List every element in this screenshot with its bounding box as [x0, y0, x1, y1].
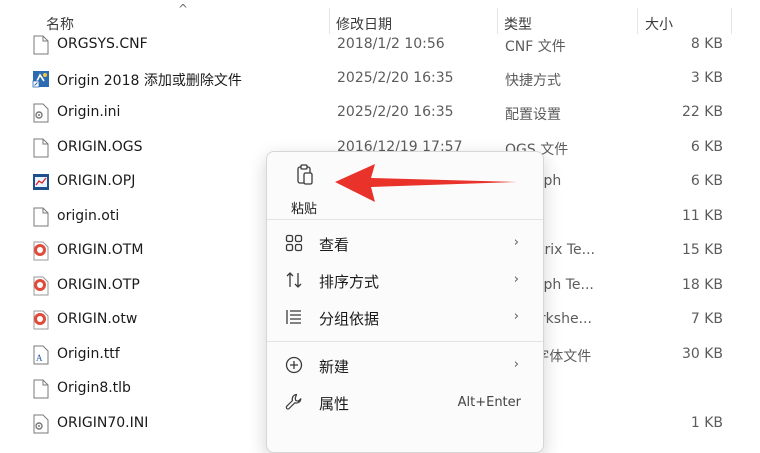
file-name: ORIGIN.OPJ	[57, 173, 136, 189]
file-size: 6 KB	[690, 139, 723, 155]
sort-icon	[286, 272, 302, 288]
file-row[interactable]: Origin.ini 2025/2/20 16:35 配置设置 22 KB	[0, 96, 760, 130]
paste-label: 粘贴	[291, 202, 318, 217]
file-type: CNF 文件	[505, 39, 566, 55]
origin-template-icon	[32, 241, 50, 261]
paste-button[interactable]: 粘贴	[279, 158, 331, 217]
file-size: 15 KB	[681, 242, 723, 258]
file-size: 18 KB	[681, 277, 723, 293]
menu-item-sort-by[interactable]: 排序方式 ›	[271, 263, 537, 297]
chevron-right-icon: ›	[513, 235, 519, 250]
file-name: ORIGIN.otw	[57, 311, 138, 327]
settings-file-icon	[32, 103, 50, 123]
file-name: Origin.ttf	[57, 346, 120, 362]
file-type: 配置设置	[505, 107, 561, 123]
file-size: 7 KB	[690, 311, 723, 327]
menu-item-view[interactable]: 查看 ›	[271, 226, 537, 260]
menu-item-properties[interactable]: 属性 Alt+Enter	[271, 385, 537, 419]
menu-item-label: 分组依据	[319, 310, 380, 328]
wrench-icon	[285, 393, 302, 410]
file-name: ORGSYS.CNF	[57, 36, 148, 52]
file-name: Origin.ini	[57, 104, 121, 120]
shortcut-icon	[32, 69, 50, 89]
file-size: 30 KB	[681, 346, 723, 362]
file-name: Origin 2018 添加或删除文件	[57, 73, 242, 89]
menu-item-group-by[interactable]: 分组依据 ›	[271, 300, 537, 334]
file-size: 1 KB	[690, 415, 723, 431]
menu-item-label: 新建	[319, 358, 350, 376]
file-name: Origin8.tlb	[57, 380, 131, 396]
grid-view-icon	[285, 234, 303, 252]
file-size: 6 KB	[690, 173, 723, 189]
file-date-modified: 2018/1/2 10:56	[337, 36, 445, 52]
origin-template-icon	[32, 276, 50, 296]
new-plus-icon	[285, 356, 303, 374]
clipboard-paste-icon	[297, 164, 313, 185]
group-list-icon	[286, 310, 301, 324]
file-type: 快捷方式	[505, 73, 561, 89]
generic-file-icon	[32, 138, 50, 158]
menu-item-label: 属性	[319, 395, 350, 413]
generic-file-icon	[32, 207, 50, 227]
file-date-modified: 2025/2/20 16:35	[337, 70, 454, 86]
font-file-icon: A	[32, 345, 50, 365]
sort-ascending-icon: ^	[178, 2, 189, 16]
origin-template-icon	[32, 310, 50, 330]
file-name: ORIGIN.OTP	[57, 277, 140, 293]
file-date-modified: 2025/2/20 16:35	[337, 104, 454, 120]
keyboard-shortcut: Alt+Enter	[457, 395, 521, 410]
file-size: 11 KB	[681, 208, 723, 224]
file-name: ORIGIN.OGS	[57, 139, 143, 155]
chevron-right-icon: ›	[513, 309, 519, 324]
file-size: 3 KB	[690, 70, 723, 86]
graph-file-icon	[32, 172, 50, 192]
menu-item-label: 排序方式	[319, 273, 380, 291]
chevron-right-icon: ›	[513, 272, 519, 287]
generic-file-icon	[32, 379, 50, 399]
file-name: origin.oti	[57, 208, 120, 224]
svg-text:A: A	[36, 353, 43, 363]
file-name: ORIGIN.OTM	[57, 242, 144, 258]
generic-file-icon	[32, 35, 50, 55]
annotation-arrow-icon	[335, 164, 517, 202]
file-row[interactable]: ORGSYS.CNF 2018/1/2 10:56 CNF 文件 8 KB	[0, 28, 760, 62]
file-size: 8 KB	[690, 36, 723, 52]
menu-divider	[267, 341, 543, 342]
file-size: 22 KB	[681, 104, 723, 120]
menu-item-label: 查看	[319, 236, 350, 254]
menu-divider	[267, 219, 543, 220]
file-row[interactable]: Origin 2018 添加或删除文件 2025/2/20 16:35 快捷方式 3 …	[0, 62, 760, 96]
chevron-right-icon: ›	[513, 357, 519, 372]
settings-file-icon	[32, 414, 50, 434]
menu-item-new[interactable]: 新建 ›	[271, 348, 537, 382]
file-name: ORIGIN70.INI	[57, 415, 149, 431]
